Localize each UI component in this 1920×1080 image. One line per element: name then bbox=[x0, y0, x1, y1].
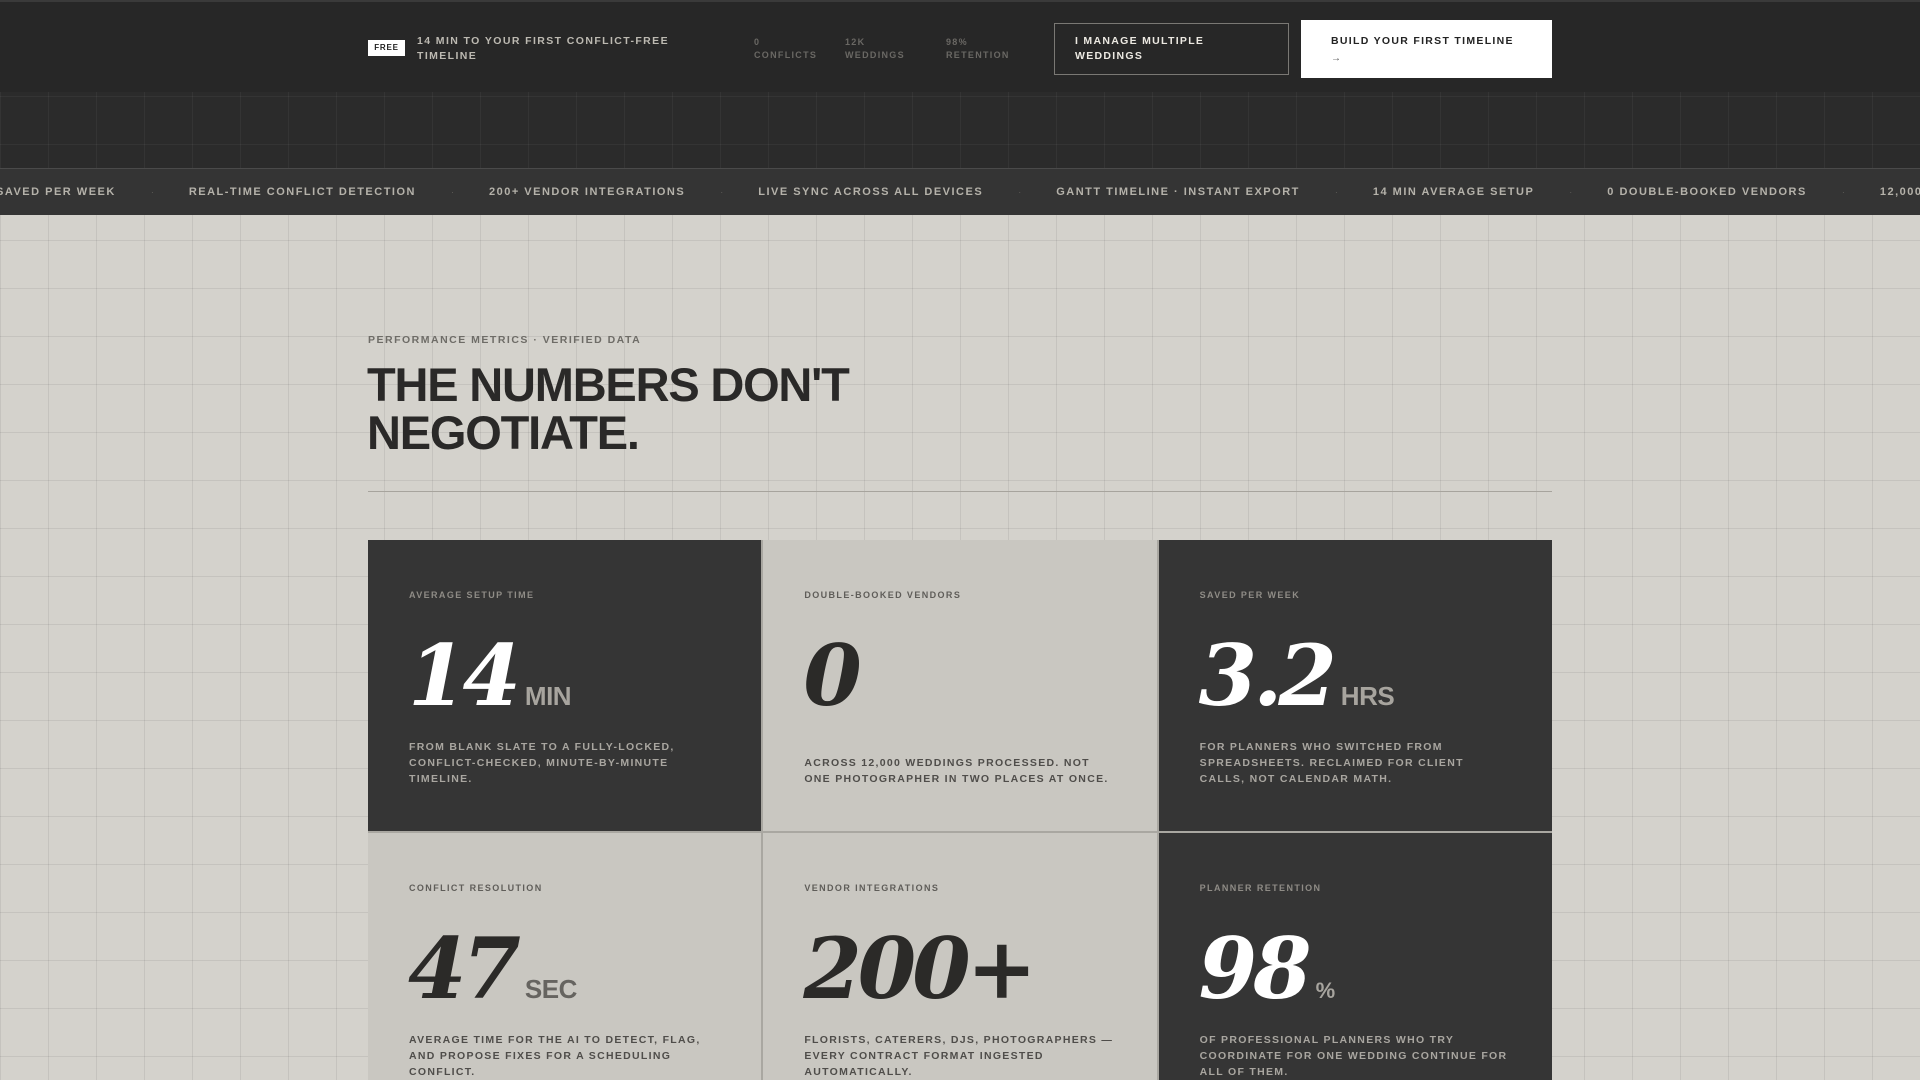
free-badge: FREE bbox=[368, 40, 405, 56]
ticker-item: 200+ VENDOR INTEGRATIONS bbox=[488, 186, 686, 198]
metric-card-conflict-resolution: CONFLICT RESOLUTION 47 SEC AVERAGE TIME … bbox=[368, 833, 762, 1080]
metric-value-row: 0 bbox=[803, 626, 861, 726]
button-label: BUILD YOUR FIRST TIMELINE bbox=[1331, 35, 1514, 47]
metric-value: 3.2 bbox=[1198, 626, 1337, 725]
stat-retention: 98% RETENTION bbox=[946, 36, 1010, 62]
stat-label: RETENTION bbox=[946, 50, 1010, 60]
ticker-item: REAL-TIME CONFLICT DETECTION bbox=[188, 186, 416, 198]
metric-card-saved-per-week: SAVED PER WEEK 3.2 HRS FOR PLANNERS WHO … bbox=[1158, 540, 1552, 831]
ticker-item: 0 DOUBLE-BOOKED VENDORS bbox=[1607, 186, 1807, 198]
metric-value-row: 200+ bbox=[803, 919, 1037, 1019]
ticker-track: SAVED PER WEEK · REAL-TIME CONFLICT DETE… bbox=[0, 169, 1920, 215]
ticker-item: LIVE SYNC ACROSS ALL DEVICES bbox=[758, 186, 984, 198]
metric-value-row: 47 SEC bbox=[408, 919, 577, 1019]
ticker-item: 14 MIN AVERAGE SETUP bbox=[1372, 186, 1535, 198]
section-headline: THE NUMBERS DON'T NEGOTIATE. bbox=[367, 358, 850, 459]
ticker-separator: · bbox=[150, 187, 154, 197]
stat-value: 0 bbox=[754, 37, 761, 47]
ticker-item: GANTT TIMELINE · INSTANT EXPORT bbox=[1056, 186, 1300, 198]
metric-card-vendor-integrations: VENDOR INTEGRATIONS 200+ FLORISTS, CATER… bbox=[763, 833, 1157, 1080]
stat-value: 98% bbox=[946, 37, 968, 47]
top-bar: FREE 14 MIN TO YOUR FIRST CONFLICT-FREE … bbox=[0, 0, 1920, 92]
ticker-separator: · bbox=[450, 187, 454, 197]
metric-unit: % bbox=[1315, 978, 1336, 1003]
metric-description: OF PROFESSIONAL PLANNERS WHO TRY COORDIN… bbox=[1199, 1034, 1508, 1078]
metric-description: FROM BLANK SLATE TO A FULLY-LOCKED, CONF… bbox=[409, 741, 675, 785]
ticker-separator: · bbox=[1334, 187, 1338, 197]
metric-unit: SEC bbox=[524, 974, 577, 1004]
metric-description: FLORISTS, CATERERS, DJS, PHOTOGRAPHERS —… bbox=[804, 1034, 1114, 1078]
metric-unit: HRS bbox=[1340, 681, 1395, 711]
ticker-separator: · bbox=[1841, 187, 1845, 197]
metric-value-row: 14 MIN bbox=[408, 626, 572, 726]
stat-weddings: 12K WEDDINGS bbox=[845, 36, 905, 62]
metric-card-planner-retention: PLANNER RETENTION 98 % OF PROFESSIONAL P… bbox=[1158, 833, 1552, 1080]
metric-description: AVERAGE TIME FOR THE AI TO DETECT, FLAG,… bbox=[409, 1034, 701, 1078]
metric-label: AVERAGE SETUP TIME bbox=[409, 590, 535, 600]
metric-label: PLANNER RETENTION bbox=[1199, 883, 1322, 893]
metric-value-row: 3.2 HRS bbox=[1199, 626, 1395, 726]
metric-card-setup-time: AVERAGE SETUP TIME 14 MIN FROM BLANK SLA… bbox=[368, 540, 762, 831]
ticker-item: 12,000+ WEDDINGS bbox=[1879, 186, 1920, 198]
build-first-timeline-button[interactable]: BUILD YOUR FIRST TIMELINE → bbox=[1301, 20, 1552, 78]
metric-description: FOR PLANNERS WHO SWITCHED FROM SPREADSHE… bbox=[1199, 741, 1464, 785]
stat-label: WEDDINGS bbox=[845, 50, 905, 60]
ticker-separator: · bbox=[720, 187, 724, 197]
metric-value-row: 98 % bbox=[1199, 919, 1335, 1019]
metric-value: 98 bbox=[1198, 919, 1312, 1018]
stat-conflicts: 0 CONFLICTS bbox=[754, 36, 817, 62]
metric-value: 14 bbox=[408, 626, 521, 725]
stat-label: CONFLICTS bbox=[754, 50, 818, 60]
metric-value: 0 bbox=[803, 626, 861, 725]
section-eyebrow: PERFORMANCE METRICS · VERIFIED DATA bbox=[368, 334, 642, 346]
metric-label: SAVED PER WEEK bbox=[1199, 590, 1301, 600]
ticker-item: SAVED PER WEEK bbox=[0, 186, 116, 198]
metric-label: VENDOR INTEGRATIONS bbox=[804, 883, 940, 893]
promo-text: 14 MIN TO YOUR FIRST CONFLICT-FREE TIMEL… bbox=[417, 35, 669, 62]
manage-multiple-weddings-button[interactable]: I MANAGE MULTIPLE WEDDINGS bbox=[1054, 23, 1289, 75]
metric-card-double-booked: DOUBLE-BOOKED VENDORS 0 ACROSS 12,000 WE… bbox=[763, 540, 1157, 831]
arrow-right-icon: → bbox=[1331, 53, 1343, 64]
stat-value: 12K bbox=[845, 37, 866, 47]
metric-label: DOUBLE-BOOKED VENDORS bbox=[804, 590, 962, 600]
ticker-separator: · bbox=[1018, 187, 1022, 197]
metrics-grid: AVERAGE SETUP TIME 14 MIN FROM BLANK SLA… bbox=[368, 540, 1552, 1080]
metric-description: ACROSS 12,000 WEDDINGS PROCESSED. NOT ON… bbox=[804, 757, 1109, 785]
metric-value: 47 bbox=[408, 919, 521, 1018]
section-divider bbox=[368, 491, 1552, 492]
feature-ticker: SAVED PER WEEK · REAL-TIME CONFLICT DETE… bbox=[0, 168, 1920, 215]
metric-label: CONFLICT RESOLUTION bbox=[409, 883, 543, 893]
ticker-separator: · bbox=[1569, 187, 1573, 197]
metric-value: 200+ bbox=[803, 919, 1037, 1018]
metric-unit: MIN bbox=[524, 681, 572, 711]
